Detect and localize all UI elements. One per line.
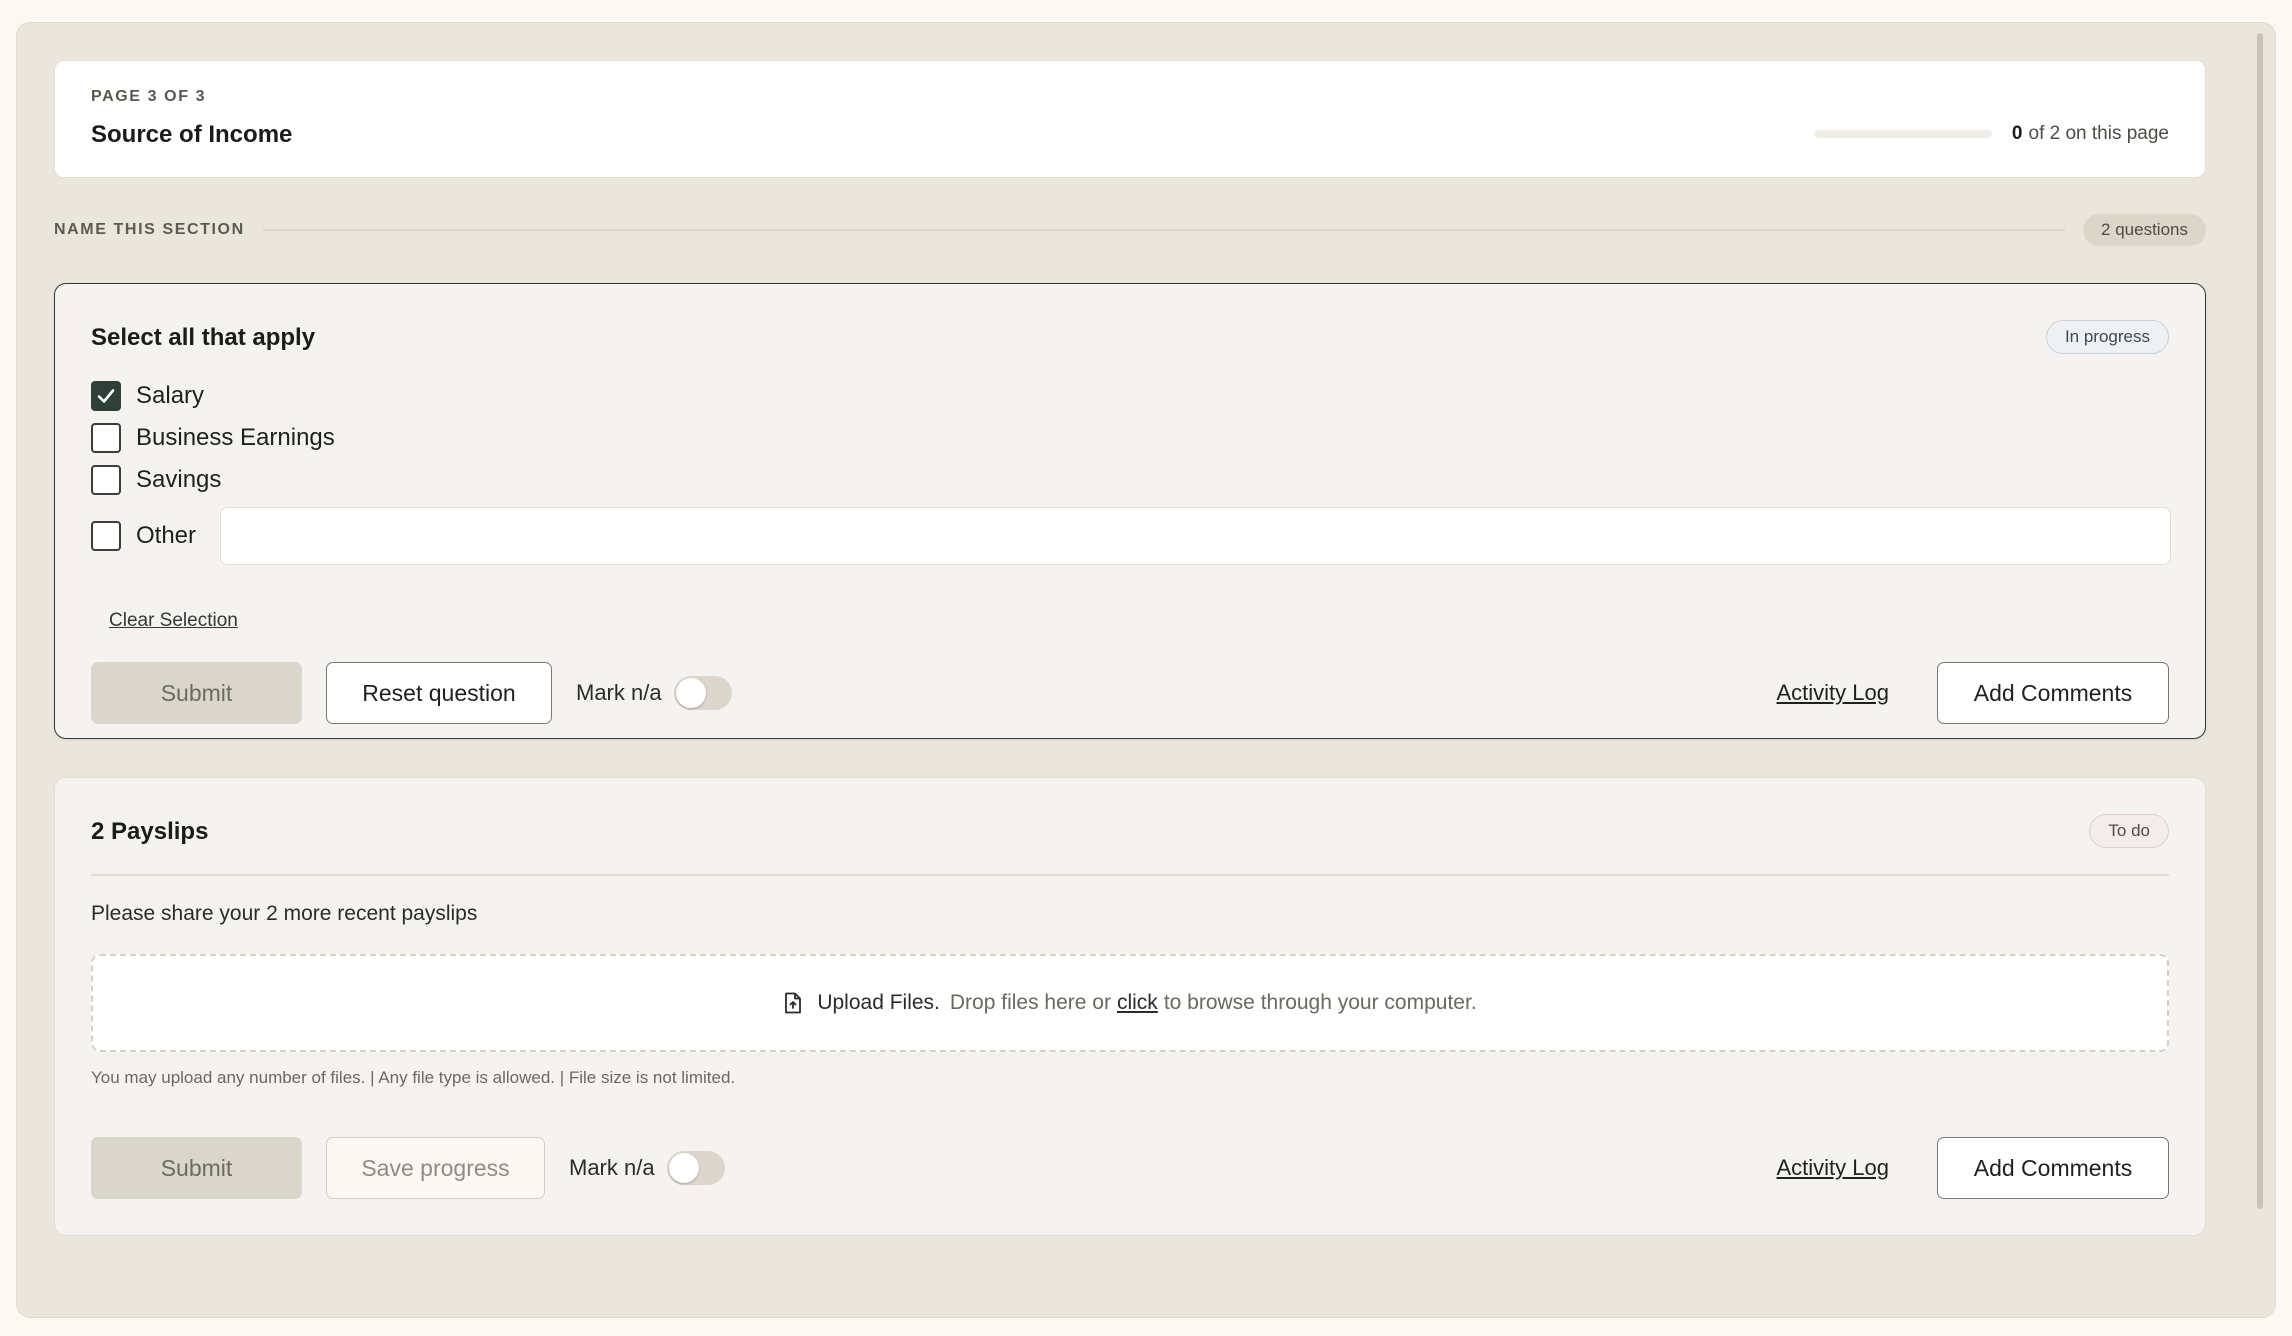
upload-hint: You may upload any number of files. | An… <box>91 1068 736 1087</box>
question-actions: Submit Save progress Mark n/a Activity L… <box>91 1137 2169 1199</box>
activity-log-link[interactable]: Activity Log <box>1777 680 1890 706</box>
option-list: Salary Business Earnings Savings Other <box>91 381 2171 565</box>
check-icon <box>97 389 115 403</box>
progress-suffix: of 2 on this page <box>2028 123 2170 144</box>
submit-button[interactable]: Submit <box>91 1137 302 1199</box>
add-comments-button[interactable]: Add Comments <box>1937 1137 2169 1199</box>
upload-text-before: Drop files here or <box>949 991 1111 1014</box>
option-label: Savings <box>136 466 222 493</box>
question-count-badge: 2 questions <box>2083 214 2206 246</box>
section-label: NAME THIS SECTION <box>54 221 245 238</box>
save-progress-button[interactable]: Save progress <box>326 1137 545 1199</box>
page-title: Source of Income <box>91 121 293 148</box>
add-comments-button[interactable]: Add Comments <box>1937 662 2169 724</box>
reset-question-button[interactable]: Reset question <box>326 662 552 724</box>
card-divider <box>91 874 2169 876</box>
checkbox-salary[interactable] <box>91 381 121 411</box>
option-label: Salary <box>136 382 205 409</box>
file-upload-icon <box>783 992 803 1014</box>
mark-na-label: Mark n/a <box>569 1155 655 1180</box>
question-title: Select all that apply <box>91 324 316 351</box>
option-label: Other <box>136 522 197 549</box>
question-card-income-source: Select all that apply In progress Salary… <box>54 283 2206 739</box>
page-header: PAGE 3 OF 3 Source of Income 0 of 2 on t… <box>54 60 2206 178</box>
scrollbar-thumb[interactable] <box>2257 33 2263 1209</box>
app-frame: PAGE 3 OF 3 Source of Income 0 of 2 on t… <box>16 22 2276 1318</box>
option-label: Business Earnings <box>136 424 335 451</box>
mark-na-toggle[interactable] <box>673 676 732 710</box>
question-description: Please share your 2 more recent payslips <box>91 902 478 925</box>
status-badge: In progress <box>2045 320 2169 354</box>
mark-na-toggle[interactable] <box>666 1151 725 1185</box>
browse-files-link[interactable]: click <box>1117 991 1158 1015</box>
checkbox-other[interactable] <box>91 521 121 551</box>
question-title: 2 Payslips <box>91 818 209 845</box>
toggle-knob <box>668 1153 699 1183</box>
progress-count: 0 <box>2011 123 2023 144</box>
checkbox-savings[interactable] <box>91 465 121 495</box>
option-salary[interactable]: Salary <box>91 381 2171 411</box>
section-header: NAME THIS SECTION 2 questions <box>54 213 2206 247</box>
clear-selection-link[interactable]: Clear Selection <box>109 610 238 632</box>
mark-na-label: Mark n/a <box>576 680 662 705</box>
checkbox-business-earnings[interactable] <box>91 423 121 453</box>
submit-button[interactable]: Submit <box>91 662 302 724</box>
activity-log-link[interactable]: Activity Log <box>1777 1155 1890 1181</box>
page-eyebrow: PAGE 3 OF 3 <box>91 88 207 105</box>
page-progress: 0 of 2 on this page <box>1813 123 2170 145</box>
upload-title: Upload Files. <box>817 991 940 1014</box>
status-badge: To do <box>2089 814 2169 848</box>
file-dropzone[interactable]: Upload Files. Drop files here or click t… <box>91 954 2169 1052</box>
option-business-earnings[interactable]: Business Earnings <box>91 423 2171 453</box>
question-actions: Submit Reset question Mark n/a Activity … <box>91 662 2169 724</box>
other-text-input[interactable] <box>220 507 2171 565</box>
toggle-knob <box>675 678 706 708</box>
question-card-payslips: 2 Payslips To do Please share your 2 mor… <box>54 777 2206 1236</box>
option-savings[interactable]: Savings <box>91 465 2171 495</box>
upload-text-after: to browse through your computer. <box>1163 991 1477 1014</box>
option-other: Other <box>91 507 2171 565</box>
scrollbar[interactable] <box>2251 33 2269 1209</box>
mark-na-control: Mark n/a <box>576 676 732 710</box>
progress-bar <box>1813 130 1992 138</box>
mark-na-control: Mark n/a <box>569 1151 725 1185</box>
section-divider <box>262 229 2066 231</box>
